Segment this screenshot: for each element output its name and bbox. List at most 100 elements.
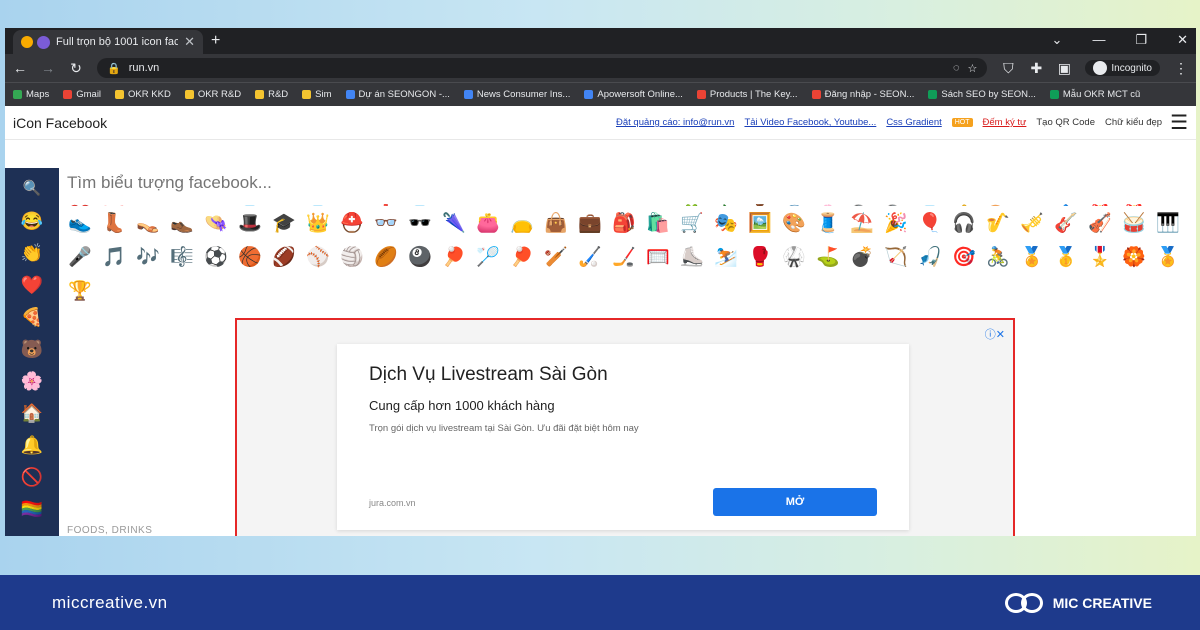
header-link[interactable]: Đặt quảng cáo: info@run.vn	[616, 117, 734, 128]
emoji-icon[interactable]: 💣	[845, 240, 879, 274]
emoji-icon[interactable]: 💎	[913, 198, 947, 206]
emoji-icon[interactable]: 🏓	[505, 240, 539, 274]
new-tab-button[interactable]: +	[211, 30, 220, 54]
emoji-icon[interactable]: 🏅	[1015, 240, 1049, 274]
emoji-icon[interactable]: 🏐	[335, 240, 369, 274]
emoji-icon[interactable]: 🔍	[879, 198, 913, 206]
category-icon[interactable]: 😂	[19, 208, 45, 234]
incognito-badge[interactable]: Incognito	[1085, 60, 1160, 76]
emoji-icon[interactable]: 🛍️	[641, 206, 675, 240]
emoji-icon[interactable]: ⛳	[811, 240, 845, 274]
bookmark-item[interactable]: Dự án SEONGON -...	[345, 89, 450, 100]
emoji-icon[interactable]: ⚾	[301, 240, 335, 274]
emoji-icon[interactable]: 👡	[131, 206, 165, 240]
emoji-icon[interactable]: 🎨	[777, 206, 811, 240]
emoji-icon[interactable]: ⛸️	[675, 240, 709, 274]
emoji-icon[interactable]: ❤️	[63, 198, 97, 206]
emoji-icon[interactable]: 👢	[97, 206, 131, 240]
emoji-icon[interactable]: 🎩	[1151, 198, 1185, 206]
emoji-icon[interactable]: 🔻	[539, 198, 573, 206]
bookmark-item[interactable]: Maps	[13, 89, 49, 100]
emoji-icon[interactable]: 🏺	[743, 198, 777, 206]
emoji-icon[interactable]: 🏒	[607, 240, 641, 274]
emoji-icon[interactable]: 🥁	[1117, 206, 1151, 240]
emoji-icon[interactable]: 🍀	[675, 198, 709, 206]
emoji-icon[interactable]: 🎨	[981, 198, 1015, 206]
close-window-button[interactable]: ✕	[1177, 32, 1188, 48]
emoji-icon[interactable]: ⚽	[199, 240, 233, 274]
bookmark-item[interactable]: OKR KKD	[115, 89, 171, 100]
emoji-icon[interactable]: 🕶️	[403, 206, 437, 240]
ad-card[interactable]: Dịch Vụ Livestream Sài Gòn Cung cấp hơn …	[337, 344, 909, 530]
emoji-icon[interactable]: 🏈	[267, 240, 301, 274]
reload-icon[interactable]: ↻	[69, 60, 83, 77]
header-link[interactable]: Đếm ký tự	[983, 117, 1027, 128]
emoji-icon[interactable]: ❗	[369, 198, 403, 206]
bookmark-item[interactable]: Đăng nhập - SEON...	[811, 89, 914, 100]
emoji-icon[interactable]: 🎉	[879, 206, 913, 240]
tab-search-icon[interactable]: ⌄	[1052, 32, 1063, 48]
emoji-icon[interactable]: 👟	[63, 206, 97, 240]
address-bar[interactable]: 🔒 run.vn ◌ ☆	[97, 58, 988, 78]
emoji-icon[interactable]: 🎖️	[1083, 240, 1117, 274]
emoji-icon[interactable]: 🎼	[165, 240, 199, 274]
emoji-icon[interactable]: 💎	[233, 198, 267, 206]
emoji-icon[interactable]: 🎓	[267, 206, 301, 240]
emoji-icon[interactable]: 👜	[539, 206, 573, 240]
emoji-icon[interactable]: 🎧	[947, 206, 981, 240]
back-icon[interactable]: ←	[13, 60, 27, 76]
emoji-icon[interactable]: 🌂	[437, 206, 471, 240]
ad-title[interactable]: Dịch Vụ Livestream Sài Gòn	[369, 364, 877, 386]
emoji-icon[interactable]: 🥋	[777, 240, 811, 274]
emoji-icon[interactable]: 🎸	[1049, 206, 1083, 240]
emoji-icon[interactable]: 🏵️	[1117, 240, 1151, 274]
category-icon[interactable]: ❤️	[19, 272, 45, 298]
emoji-icon[interactable]: 💎	[403, 198, 437, 206]
ad-info-icon[interactable]: ⓘ✕	[985, 326, 1005, 342]
bookmark-item[interactable]: Gmail	[63, 89, 101, 100]
emoji-icon[interactable]: 👛	[471, 206, 505, 240]
emoji-icon[interactable]: 🔷	[1049, 198, 1083, 206]
emoji-icon[interactable]: 🎀	[97, 198, 131, 206]
maximize-button[interactable]: ❐	[1135, 32, 1147, 48]
emoji-icon[interactable]: 🔻	[437, 198, 471, 206]
emoji-icon[interactable]: 🚴	[981, 240, 1015, 274]
emoji-icon[interactable]: 🔻	[641, 198, 675, 206]
emoji-icon[interactable]: 🎶	[131, 240, 165, 274]
category-icon[interactable]: 🔔	[19, 432, 45, 458]
extensions-icon[interactable]: ✚	[1029, 60, 1043, 77]
emoji-icon[interactable]: 🎯	[947, 240, 981, 274]
emoji-icon[interactable]: 🔻	[199, 198, 233, 206]
emoji-icon[interactable]: 🏅	[1151, 240, 1185, 274]
emoji-icon[interactable]: 👑	[301, 206, 335, 240]
category-icon[interactable]: 👏	[19, 240, 45, 266]
emoji-icon[interactable]: 🌊	[777, 198, 811, 206]
tab-active[interactable]: Full trọn bộ 1001 icon faceb ✕	[13, 30, 203, 54]
emoji-icon[interactable]: 👒	[199, 206, 233, 240]
category-icon[interactable]: 🚫	[19, 464, 45, 490]
emoji-icon[interactable]: 🎒	[607, 206, 641, 240]
emoji-icon[interactable]: 🏏	[539, 240, 573, 274]
emoji-icon[interactable]: 🎹	[1151, 206, 1185, 240]
emoji-icon[interactable]: 🔺	[573, 198, 607, 206]
sidepanel-icon[interactable]: ▣	[1057, 60, 1071, 77]
category-icon[interactable]: 🍕	[19, 304, 45, 330]
emoji-icon[interactable]: 🖼️	[743, 206, 777, 240]
bookmark-item[interactable]: Sách SEO by SEON...	[928, 89, 1036, 100]
ad-open-button[interactable]: MỞ	[713, 488, 877, 516]
emoji-icon[interactable]: 💼	[573, 206, 607, 240]
bookmark-item[interactable]: Mẫu OKR MCT cũ	[1049, 89, 1140, 100]
minimize-button[interactable]: —	[1092, 32, 1105, 48]
bookmark-item[interactable]: R&D	[255, 89, 288, 100]
emoji-icon[interactable]: 🔻	[471, 198, 505, 206]
header-link[interactable]: Chữ kiểu đẹp	[1105, 117, 1162, 128]
emoji-icon[interactable]: 🎈	[913, 206, 947, 240]
forward-icon[interactable]: →	[41, 60, 55, 76]
emoji-icon[interactable]: 🎱	[403, 240, 437, 274]
emoji-icon[interactable]: 🎻	[1083, 206, 1117, 240]
emoji-icon[interactable]: 🏹	[879, 240, 913, 274]
emoji-icon[interactable]: 🛒	[675, 206, 709, 240]
emoji-icon[interactable]: 🎤	[63, 240, 97, 274]
emoji-icon[interactable]: 🏀	[233, 240, 267, 274]
emoji-icon[interactable]: 🏉	[369, 240, 403, 274]
